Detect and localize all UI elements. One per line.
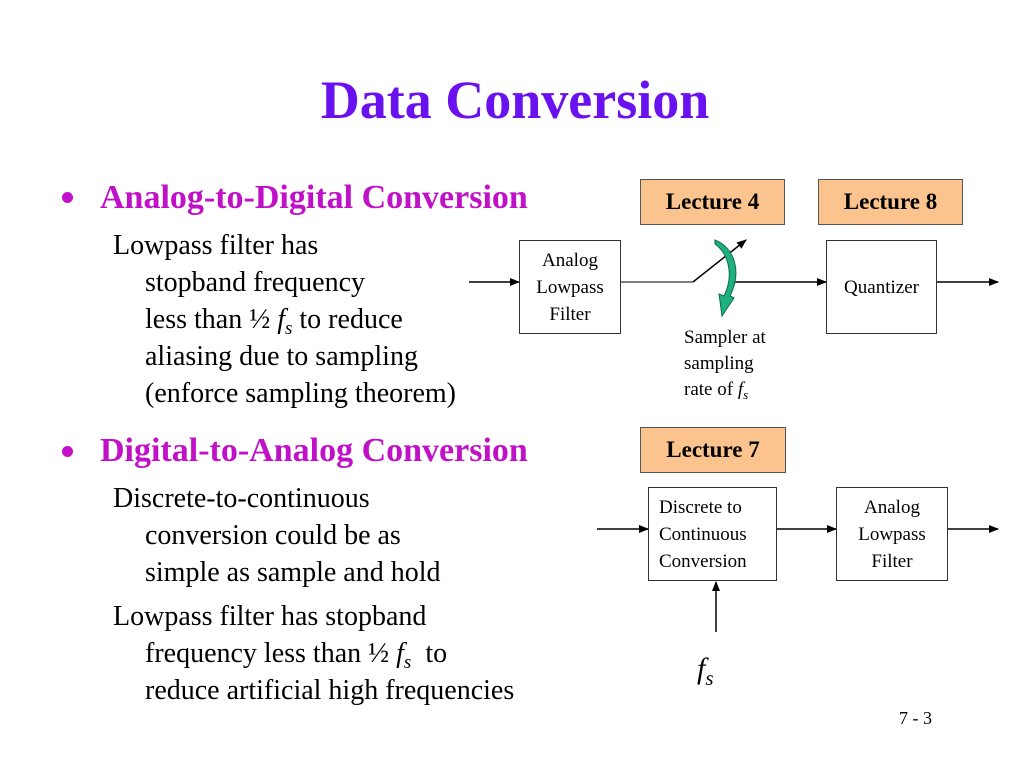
sampler-label-line-3: rate of fs bbox=[684, 377, 766, 403]
fs-subscript: s bbox=[705, 666, 714, 690]
block-line: Analog bbox=[864, 496, 920, 518]
sampler-label: Sampler at sampling rate of fs bbox=[684, 325, 766, 403]
sampler-label-line-2: sampling bbox=[684, 353, 754, 374]
lecture-8-tag: Lecture 8 bbox=[818, 179, 963, 225]
lecture-7-tag: Lecture 7 bbox=[640, 427, 786, 473]
sampler-label-line-1: Sampler at bbox=[684, 327, 766, 348]
dac-analog-lowpass-filter-block: Analog Lowpass Filter bbox=[836, 487, 948, 581]
block-line: Quantizer bbox=[844, 276, 919, 298]
analog-lowpass-filter-block: Analog Lowpass Filter bbox=[519, 240, 621, 334]
discrete-to-continuous-block: Discrete to Continuous Conversion bbox=[648, 487, 777, 581]
quantizer-block: Quantizer bbox=[826, 240, 937, 334]
block-line: Analog bbox=[542, 249, 598, 271]
page-number: 7 - 3 bbox=[899, 708, 932, 728]
block-line: Lowpass bbox=[858, 523, 926, 545]
lecture-4-tag: Lecture 4 bbox=[640, 179, 785, 225]
diagram-connectors bbox=[469, 239, 999, 632]
block-line: Continuous bbox=[659, 523, 747, 545]
block-line: Filter bbox=[549, 303, 591, 325]
block-line: Conversion bbox=[659, 550, 747, 572]
block-line: Discrete to bbox=[659, 496, 742, 518]
clock-fs-label: fs bbox=[697, 652, 714, 689]
sampler-label-rate: rate of bbox=[684, 379, 738, 400]
block-line: Filter bbox=[871, 550, 913, 572]
fs-subscript: s bbox=[743, 387, 749, 402]
block-line: Lowpass bbox=[536, 276, 604, 298]
